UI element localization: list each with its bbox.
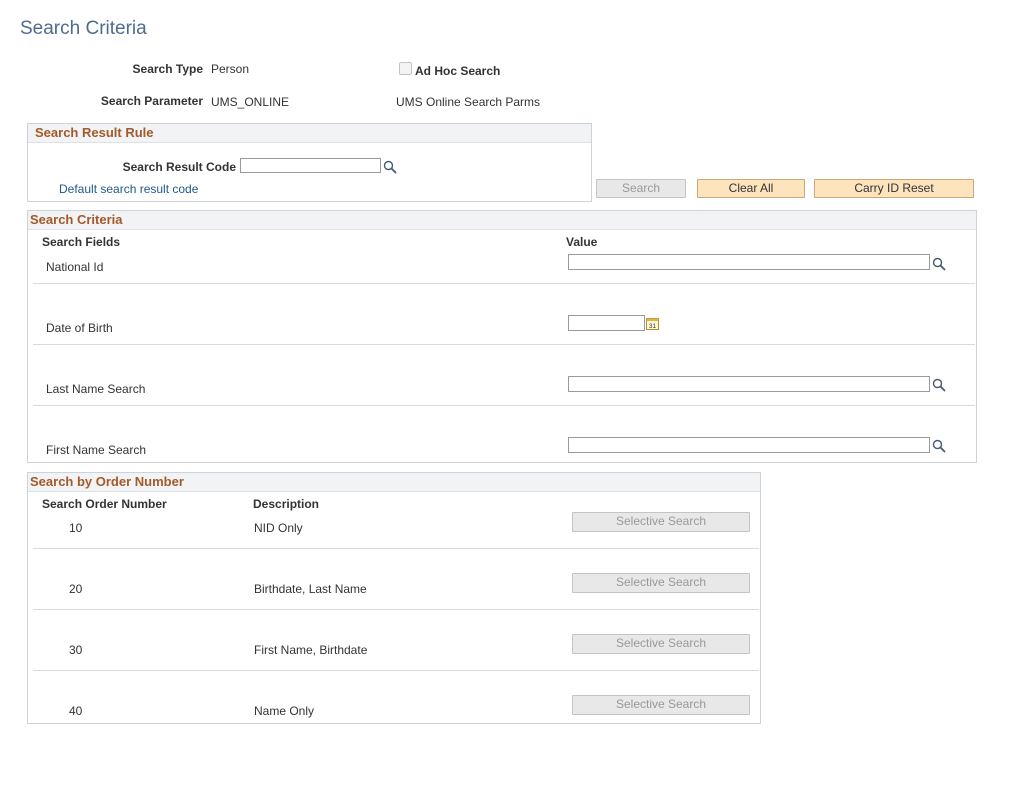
ad-hoc-search-label: Ad Hoc Search [415,64,501,78]
selective-search-button[interactable]: Selective Search [572,634,750,654]
row-divider [33,405,975,406]
order-number: 20 [69,582,83,596]
search-result-code-input[interactable] [240,158,381,173]
search-parameter-label: Search Parameter [100,94,203,108]
last-name-search-input[interactable] [568,376,930,392]
selective-search-button[interactable]: Selective Search [572,695,750,715]
date-of-birth-input[interactable] [568,315,645,331]
first-name-search-input[interactable] [568,437,930,453]
default-search-result-code-link[interactable]: Default search result code [59,182,198,196]
search-order-number-column-header: Search Order Number [42,497,167,511]
order-description: Birthdate, Last Name [254,582,367,596]
carry-id-reset-button[interactable]: Carry ID Reset [814,179,974,198]
row-divider [33,283,975,284]
order-number: 10 [69,521,83,535]
last-name-lookup-icon[interactable] [932,378,946,392]
row-divider [33,548,759,549]
search-result-code-lookup-icon[interactable] [383,160,397,174]
order-number: 30 [69,643,83,657]
page-title: Search Criteria [20,18,147,39]
description-column-header: Description [253,497,320,511]
search-button[interactable]: Search [596,179,686,198]
svg-text:31: 31 [649,323,657,330]
order-number: 40 [69,704,83,718]
value-column-header: Value [566,235,598,249]
row-divider [33,670,759,671]
search-type-label: Search Type [132,62,203,76]
first-name-lookup-icon[interactable] [932,439,946,453]
order-description: First Name, Birthdate [254,643,368,657]
ad-hoc-search-checkbox[interactable] [399,62,412,75]
search-criteria-group: Search Criteria [27,210,977,463]
national-id-input[interactable] [568,254,930,270]
search-type-value: Person [211,62,250,76]
search-result-rule-header: Search Result Rule [28,124,591,143]
first-name-search-label: First Name Search [46,443,147,457]
last-name-search-label: Last Name Search [46,382,146,396]
national-id-label: National Id [46,260,104,274]
row-divider [33,609,759,610]
selective-search-button[interactable]: Selective Search [572,512,750,532]
clear-all-button[interactable]: Clear All [697,179,805,198]
calendar-icon[interactable]: 31 [646,317,659,330]
search-by-order-number-header: Search by Order Number [28,473,760,492]
order-description: NID Only [254,521,303,535]
national-id-lookup-icon[interactable] [932,257,946,271]
search-parameter-value: UMS_ONLINE [211,95,290,109]
search-criteria-header: Search Criteria [28,211,976,230]
selective-search-button[interactable]: Selective Search [572,573,750,593]
search-parameter-description: UMS Online Search Parms [396,95,541,109]
row-divider [33,344,975,345]
order-description: Name Only [254,704,315,718]
search-result-code-label: Search Result Code [122,160,236,174]
search-fields-column-header: Search Fields [42,235,121,249]
date-of-birth-label: Date of Birth [46,321,113,335]
